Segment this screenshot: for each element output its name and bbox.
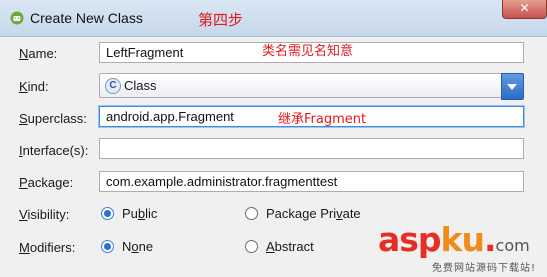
kind-select[interactable]: C Class <box>99 73 524 100</box>
visibility-public-radio[interactable] <box>101 207 114 220</box>
close-icon: ✕ <box>519 1 530 15</box>
package-input[interactable]: com.example.administrator.fragmenttest <box>99 171 524 192</box>
android-studio-icon <box>10 11 24 25</box>
watermark-logo: aspku.com <box>378 220 530 259</box>
window-title: Create New Class <box>30 10 143 26</box>
name-label: Name: <box>19 46 58 61</box>
watermark-tagline: 免费网站源码下载站! <box>432 263 537 274</box>
visibility-package-private-label[interactable]: Package Private <box>266 206 361 221</box>
interfaces-input[interactable] <box>99 138 524 159</box>
modifiers-none-label[interactable]: None <box>122 239 153 254</box>
visibility-package-private-radio[interactable] <box>245 207 258 220</box>
superclass-label: Superclass: <box>19 111 87 126</box>
modifiers-label: Modifiers: <box>19 240 76 255</box>
kind-label: Kind: <box>19 79 49 94</box>
kind-value: Class <box>124 78 157 93</box>
package-label: Package: <box>19 175 74 190</box>
superclass-annotation: 继承Fragment <box>278 112 367 127</box>
close-button[interactable]: ✕ <box>502 0 547 19</box>
name-annotation: 类名需见名知意 <box>262 44 354 59</box>
modifiers-none-radio[interactable] <box>101 240 114 253</box>
visibility-label: Visibility: <box>19 207 70 222</box>
class-icon: C <box>105 78 121 94</box>
interfaces-label: Interface(s): <box>19 143 89 158</box>
step-annotation: 第四步 <box>198 11 244 29</box>
modifiers-abstract-radio[interactable] <box>245 240 258 253</box>
title-bar: Create New Class 第四步 ✕ <box>0 0 547 37</box>
modifiers-abstract-label[interactable]: Abstract <box>266 239 314 254</box>
chevron-down-icon[interactable] <box>501 73 524 100</box>
visibility-public-label[interactable]: Public <box>122 206 157 221</box>
